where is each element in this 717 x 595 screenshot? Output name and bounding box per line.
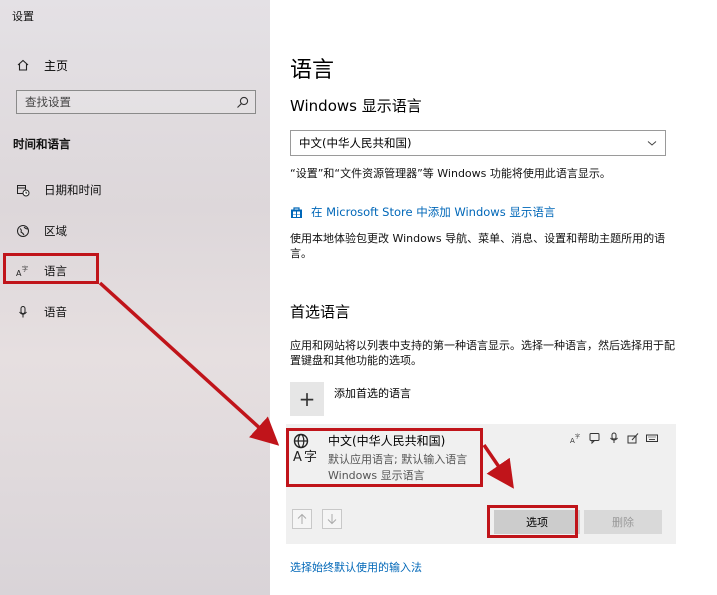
search-box[interactable] [16, 90, 256, 114]
plus-icon[interactable]: + [290, 382, 324, 416]
page-title: 语言 [290, 58, 335, 83]
arrow-up-icon [297, 513, 307, 524]
sidebar-item-home[interactable]: 主页 [16, 55, 68, 75]
display-language-description: “设置”和“文件资源管理器”等 Windows 功能将使用此语言显示。 [290, 167, 611, 180]
display-language-feature-icon: A 字 [570, 433, 580, 444]
highlight-box-language-entry [286, 428, 483, 487]
preferred-languages-description: 应用和网站将以列表中支持的第一种语言显示。选择一种语言，然后选择用于配置键盘和其… [290, 339, 675, 367]
highlight-box-options-button [487, 505, 578, 538]
sidebar-item-speech[interactable]: 语音 [16, 302, 67, 322]
sidebar-item-label: 日期和时间 [44, 183, 102, 197]
preferred-languages-heading: 首选语言 [290, 303, 351, 321]
search-input[interactable] [25, 95, 236, 109]
store-description: 使用本地体验包更改 Windows 导航、菜单、消息、设置和帮助主题所用的语言。 [290, 232, 666, 260]
display-language-value: 中文(中华人民共和国) [299, 136, 412, 150]
highlight-box-language-nav [3, 253, 99, 284]
text-to-speech-icon [589, 433, 600, 444]
handwriting-icon [627, 433, 639, 444]
search-icon[interactable] [236, 96, 249, 109]
move-down-button[interactable] [322, 509, 342, 529]
calendar-clock-icon [17, 185, 30, 197]
speech-recognition-icon [610, 432, 618, 443]
store-link[interactable]: 在 Microsoft Store 中添加 Windows 显示语言 [290, 204, 555, 220]
language-feature-icons: A 字 [570, 432, 658, 444]
add-language-button[interactable]: + 添加首选的语言 [290, 382, 411, 416]
store-bag-icon [291, 206, 302, 218]
window-title: 设置 [12, 10, 34, 23]
move-up-button[interactable] [292, 509, 312, 529]
add-language-label: 添加首选的语言 [334, 387, 411, 400]
delete-button[interactable]: 删除 [584, 510, 662, 534]
sidebar-item-label: 语音 [44, 305, 67, 319]
home-icon [17, 59, 29, 71]
sidebar-item-region[interactable]: 区域 [16, 221, 67, 241]
svg-text:字: 字 [575, 433, 580, 440]
display-language-heading: Windows 显示语言 [290, 97, 422, 115]
sidebar-item-label: 主页 [44, 58, 69, 73]
default-input-method-link[interactable]: 选择始终默认使用的输入法 [290, 559, 422, 575]
chevron-down-icon [647, 141, 657, 146]
sidebar: 设置 主页 时间和语言 日期和时间 区域 A 字 [0, 0, 270, 595]
keyboard-icon [646, 434, 658, 442]
sidebar-section-header: 时间和语言 [13, 137, 71, 151]
microphone-icon [19, 306, 27, 318]
globe-region-icon [17, 225, 29, 237]
arrow-down-icon [327, 514, 337, 525]
sidebar-item-label: 区域 [44, 224, 67, 238]
display-language-select[interactable]: 中文(中华人民共和国) [290, 130, 666, 156]
store-link-label: 在 Microsoft Store 中添加 Windows 显示语言 [311, 205, 556, 219]
sidebar-item-date-time[interactable]: 日期和时间 [16, 180, 102, 200]
